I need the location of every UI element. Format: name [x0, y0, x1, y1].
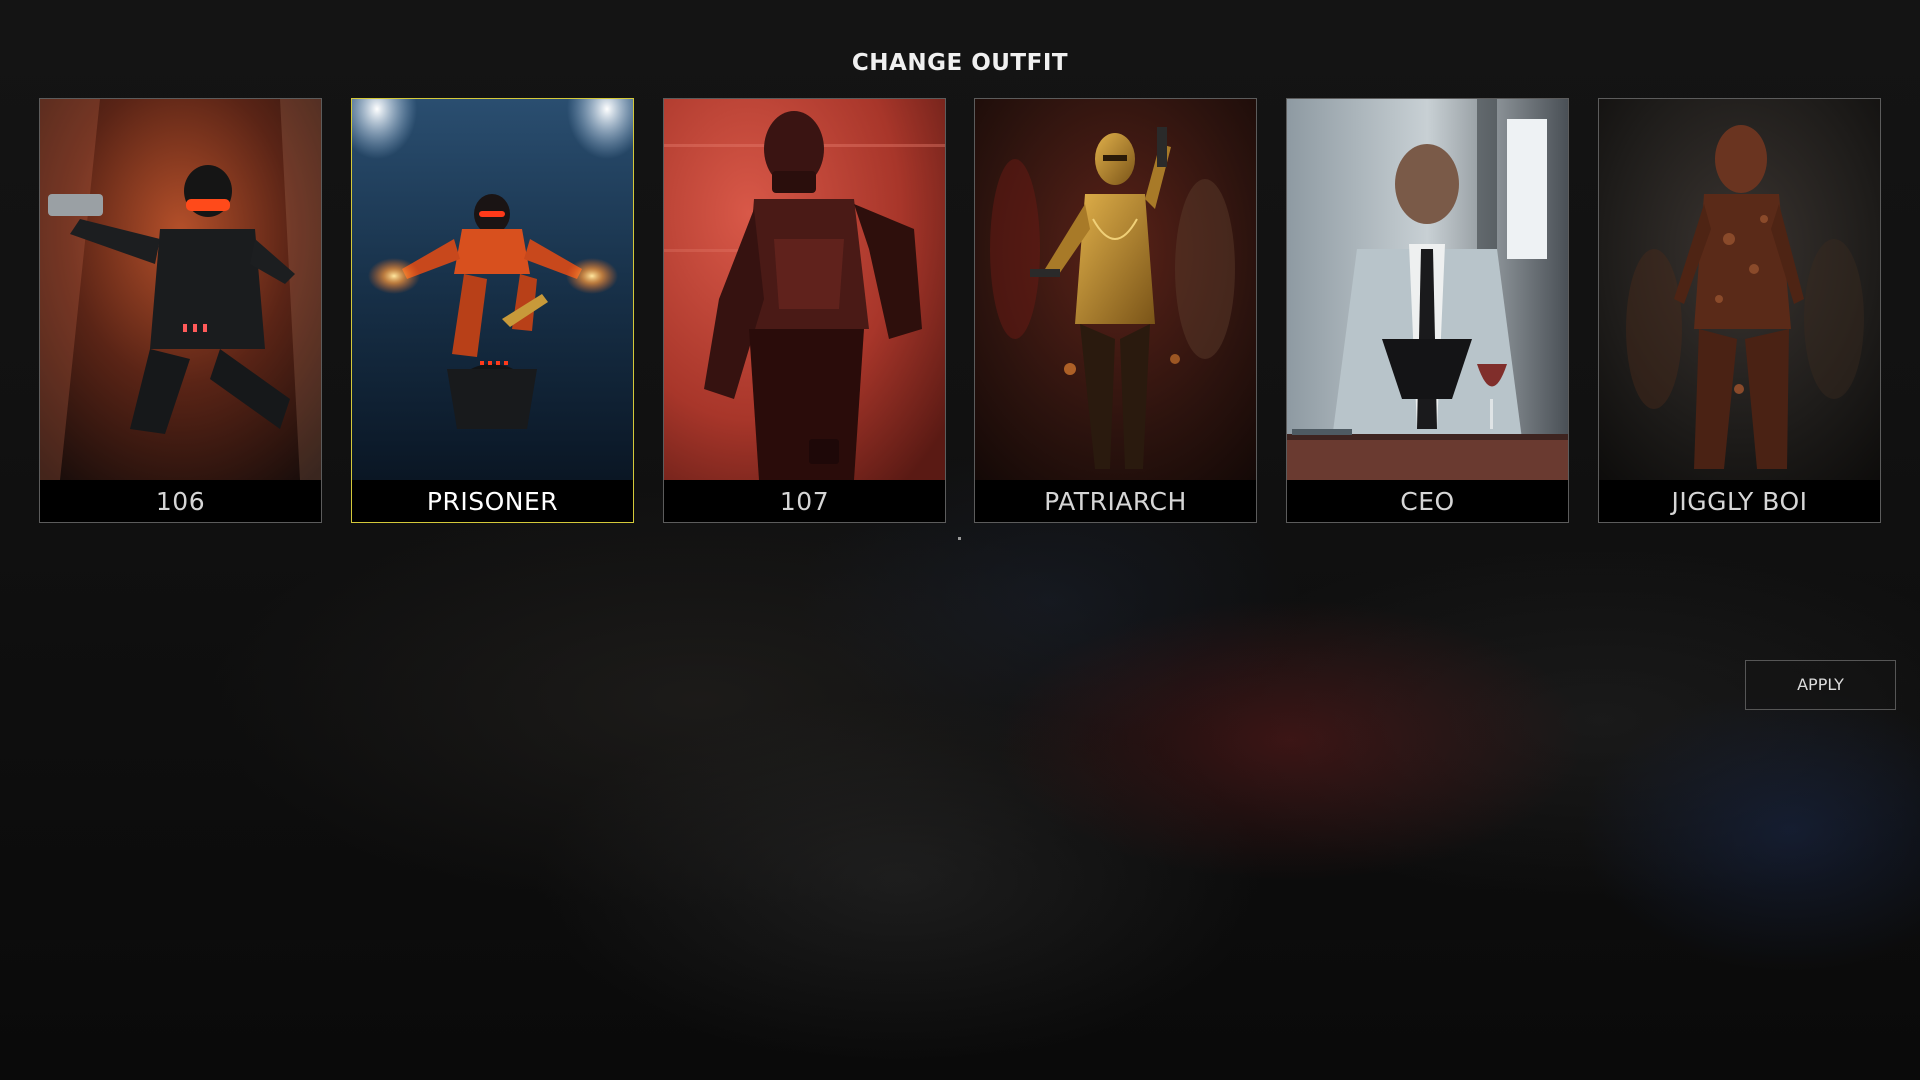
outfit-card-prisoner[interactable]: PRISONER — [351, 98, 634, 523]
outfit-label: JIGGLY BOI — [1599, 480, 1880, 522]
outfit-art-jiggly-boi — [1599, 99, 1880, 480]
outfit-label: 107 — [664, 480, 945, 522]
apply-button[interactable]: APPLY — [1745, 660, 1896, 710]
outfit-label: PATRIARCH — [975, 480, 1256, 522]
outfit-card-106[interactable]: 106 — [39, 98, 322, 523]
outfit-art-107 — [664, 99, 945, 480]
outfit-label: CEO — [1287, 480, 1568, 522]
outfit-card-patriarch[interactable]: PATRIARCH — [974, 98, 1257, 523]
outfit-card-row: 106 PRISONER 107 PATRIARCH CEO JIGGLY BO… — [39, 98, 1883, 523]
outfit-art-prisoner — [352, 99, 633, 480]
outfit-label: 106 — [40, 480, 321, 522]
page-indicator-dot — [958, 537, 961, 540]
outfit-card-ceo[interactable]: CEO — [1286, 98, 1569, 523]
outfit-label: PRISONER — [352, 480, 633, 522]
outfit-art-patriarch — [975, 99, 1256, 480]
page-title: CHANGE OUTFIT — [851, 50, 1069, 76]
outfit-card-jiggly-boi[interactable]: JIGGLY BOI — [1598, 98, 1881, 523]
background-scene: CHANGE OUTFIT 106 PRISONER 107 PATRIARCH… — [0, 0, 1920, 1080]
outfit-art-ceo — [1287, 99, 1568, 480]
outfit-art-106 — [40, 99, 321, 480]
outfit-card-107[interactable]: 107 — [663, 98, 946, 523]
